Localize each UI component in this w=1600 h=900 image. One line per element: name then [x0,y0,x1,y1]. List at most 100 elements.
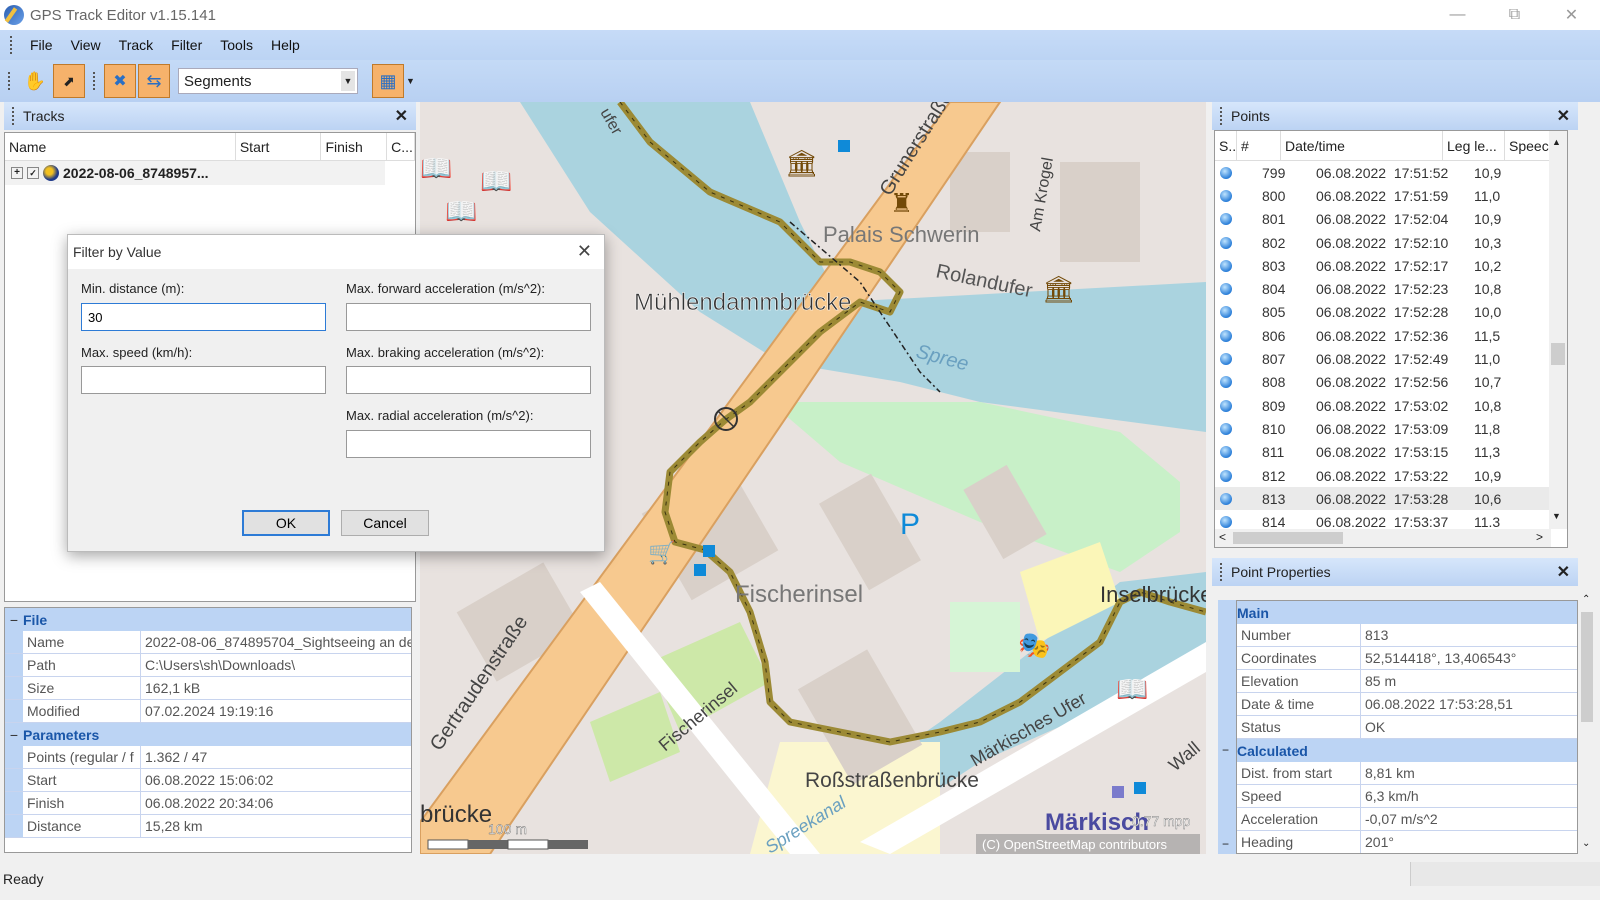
point-row[interactable]: 802 06.08.2022 17:52:10 10,3 [1215,231,1567,254]
point-row[interactable]: 807 06.08.2022 17:52:49 11,0 [1215,347,1567,370]
scroll-down-icon[interactable]: ▼ [1552,511,1561,521]
menu-file[interactable]: File [21,37,62,53]
minimize-button[interactable]: — [1429,0,1486,30]
menu-filter[interactable]: Filter [162,37,211,53]
point-row[interactable]: 800 06.08.2022 17:51:59 11,0 [1215,184,1567,207]
point-row[interactable]: 812 06.08.2022 17:53:22 10,9 [1215,464,1567,487]
max-radial-acc-input[interactable] [346,430,591,458]
menu-view[interactable]: View [62,37,110,53]
prop-row[interactable]: Name 2022-08-06_874895704_Sightseeing an … [5,631,411,654]
collapse-icon[interactable]: − [1222,837,1229,851]
prop-row[interactable]: Acceleration -0,07 m/s^2 [1237,808,1577,831]
col-status[interactable]: S.. [1215,131,1237,160]
point-row[interactable]: 801 06.08.2022 17:52:04 10,9 [1215,208,1567,231]
category-parameters[interactable]: − Parameters [5,723,411,746]
col-finish[interactable]: Finish [321,133,388,160]
category-file[interactable]: − File [5,608,411,631]
prop-row[interactable]: Elevation 85 m [1237,670,1577,693]
col-name[interactable]: Name [5,133,236,160]
collapse-icon[interactable]: − [5,612,23,628]
menu-track[interactable]: Track [110,37,162,53]
swap-direction-button[interactable]: ⇆ [138,64,170,98]
max-speed-input[interactable] [81,366,326,394]
point-row[interactable]: 806 06.08.2022 17:52:36 11,5 [1215,324,1567,347]
max-braking-acc-input[interactable] [346,366,591,394]
delete-points-button[interactable]: ✖ [104,64,136,98]
track-visible-checkbox[interactable]: ✓ [27,167,39,179]
col-start[interactable]: Start [236,133,322,160]
scroll-left-icon[interactable]: < [1219,530,1226,544]
prop-row[interactable]: Size 162,1 kB [5,677,411,700]
map-source-button[interactable]: ▦ [372,64,404,98]
dialog-close-icon[interactable]: ✕ [577,241,592,262]
points-panel-close-icon[interactable]: ✕ [1557,106,1570,126]
points-vertical-scrollbar[interactable]: ▲ ▼ [1549,131,1567,529]
prop-row[interactable]: Speed 6,3 km/h [1237,785,1577,808]
track-row[interactable]: + ✓ 2022-08-06_8748957... [5,161,385,185]
point-row[interactable]: 804 06.08.2022 17:52:23 10,8 [1215,277,1567,300]
toolbar-grip-2[interactable] [93,72,96,90]
pan-tool-button[interactable]: ✋ [19,64,51,98]
collapse-icon[interactable]: − [1222,743,1229,757]
point-row[interactable]: 810 06.08.2022 17:53:09 11,8 [1215,417,1567,440]
tracks-panel-grip[interactable] [12,107,15,125]
scroll-up-icon[interactable]: ⌃ [1582,594,1590,605]
category-calculated[interactable]: Calculated [1237,739,1577,762]
prop-row[interactable]: Status OK [1237,716,1577,739]
min-distance-input[interactable] [81,303,326,331]
hscroll-thumb[interactable] [1233,532,1343,544]
point-properties-scrollbar[interactable]: ⌃ ⌄ [1578,588,1596,854]
col-c[interactable]: C... [387,133,415,160]
point-row[interactable]: 803 06.08.2022 17:52:17 10,2 [1215,254,1567,277]
toolbar-grip[interactable] [8,72,11,90]
collapse-icon[interactable]: − [5,727,23,743]
attribution[interactable]: (C) OpenStreetMap contributors [982,837,1167,852]
prop-row[interactable]: Heading 201° [1237,831,1577,853]
menu-tools[interactable]: Tools [211,37,262,53]
point-row[interactable]: 813 06.08.2022 17:53:28 10,6 [1215,487,1567,511]
col-datetime[interactable]: Date/time [1281,131,1443,160]
col-leg-length[interactable]: Leg le... [1443,131,1505,160]
mode-select[interactable]: Segments ▼ [178,68,358,94]
select-tool-button[interactable]: ⬈ [53,64,85,98]
tracks-panel-close-icon[interactable]: ✕ [395,106,408,126]
restore-button[interactable]: ⧉ [1486,0,1543,30]
prop-row[interactable]: Coordinates 52,514418°, 13,406543° [1237,647,1577,670]
points-panel-grip[interactable] [1220,107,1223,125]
prop-row[interactable]: Points (regular / f 1.362 / 47 [5,746,411,769]
max-forward-acc-input[interactable] [346,303,591,331]
category-main[interactable]: −Main [1237,601,1577,624]
point-properties-grip[interactable] [1220,563,1223,581]
scroll-down-icon[interactable]: ⌄ [1582,838,1590,849]
menu-grip[interactable] [10,36,13,54]
scroll-up-icon[interactable]: ▲ [1552,137,1561,147]
prop-row[interactable]: Distance 15,28 km [5,815,411,838]
prop-row[interactable]: Modified 07.02.2024 19:19:16 [5,700,411,723]
prop-row[interactable]: Start 06.08.2022 15:06:02 [5,769,411,792]
point-row[interactable]: 808 06.08.2022 17:52:56 10,7 [1215,371,1567,394]
menu-help[interactable]: Help [262,37,309,53]
point-row[interactable]: 799 06.08.2022 17:51:52 10,9 [1215,161,1567,184]
scroll-right-icon[interactable]: > [1536,530,1543,544]
close-window-button[interactable]: ✕ [1543,0,1600,30]
point-row[interactable]: 811 06.08.2022 17:53:15 11,3 [1215,441,1567,464]
prop-row[interactable]: Finish 06.08.2022 20:34:06 [5,792,411,815]
prop-row[interactable]: Path C:\Users\sh\Downloads\ [5,654,411,677]
cancel-button[interactable]: Cancel [341,510,429,536]
map-source-dropdown-icon[interactable]: ▼ [406,76,415,86]
point-row[interactable]: 805 06.08.2022 17:52:28 10,0 [1215,301,1567,324]
scrollbar-thumb[interactable] [1551,343,1565,365]
scrollbar-thumb[interactable] [1581,612,1593,722]
prop-row[interactable]: Dist. from start 8,81 km [1237,762,1577,785]
point-row[interactable]: 809 06.08.2022 17:53:02 10,8 [1215,394,1567,417]
ok-button[interactable]: OK [242,510,330,536]
col-number[interactable]: # [1237,131,1281,160]
expand-icon[interactable]: + [11,167,23,179]
points-horizontal-scrollbar[interactable]: < > [1215,529,1551,547]
chevron-down-icon[interactable]: ▼ [341,71,355,91]
point-number: 813 [1262,490,1286,507]
point-properties-close-icon[interactable]: ✕ [1557,562,1570,582]
prop-row[interactable]: Number 813 [1237,624,1577,647]
prop-row[interactable]: Date & time 06.08.2022 17:53:28,51 [1237,693,1577,716]
col-speed[interactable]: Speec [1505,131,1553,160]
